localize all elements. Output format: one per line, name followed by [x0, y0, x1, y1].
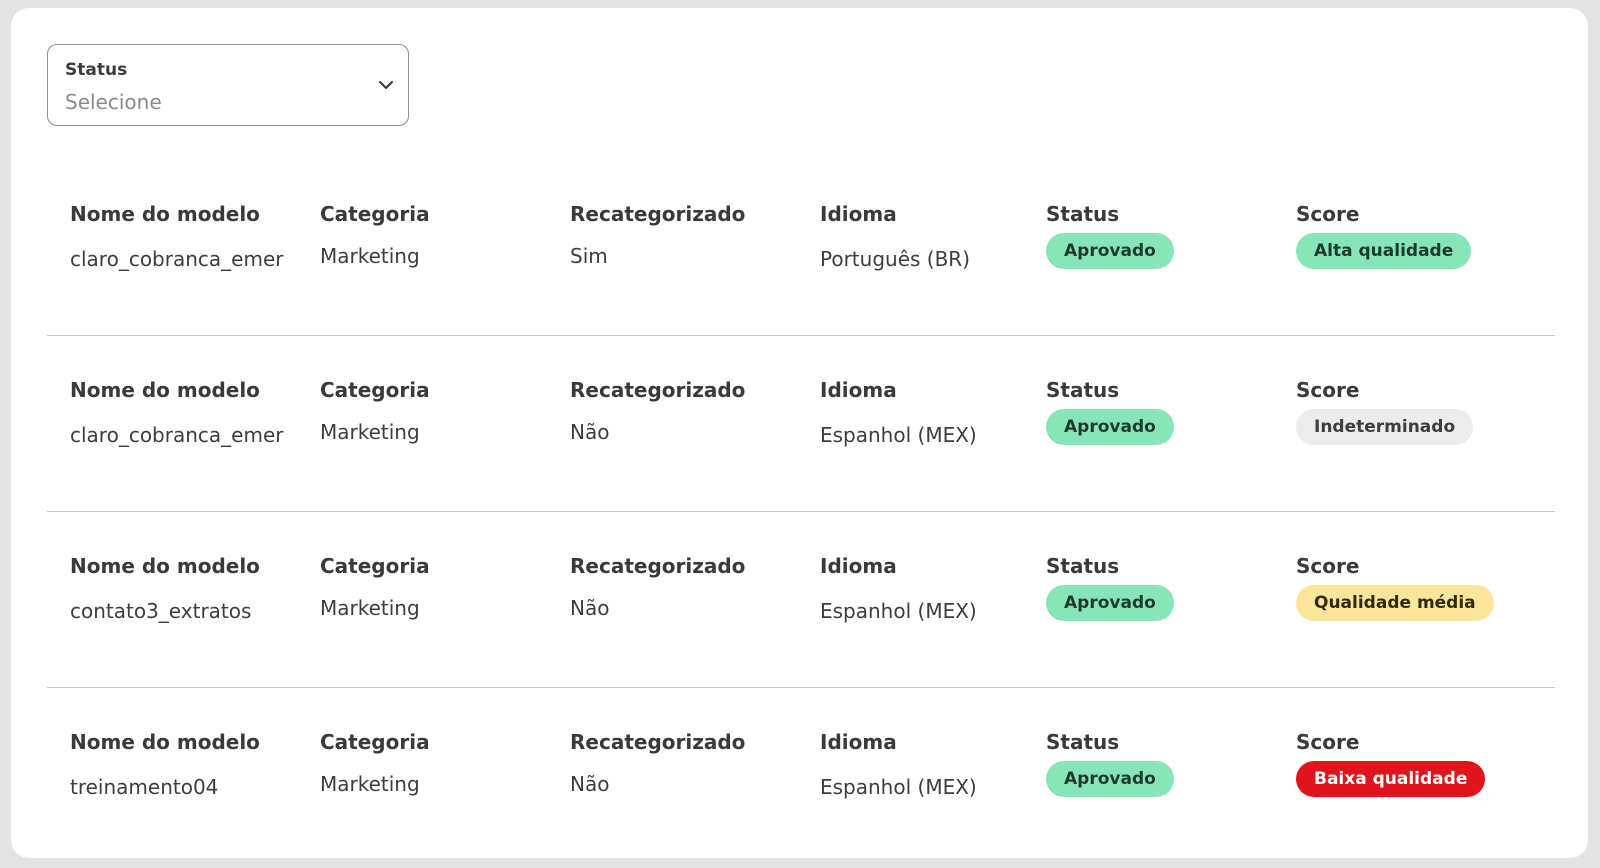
status-filter-label: Status — [65, 60, 128, 80]
score-badge: Baixa qualidade — [1296, 761, 1486, 797]
column-header-language: Idioma — [820, 378, 897, 402]
column-header-score: Score — [1296, 730, 1360, 754]
category-value: Marketing — [320, 244, 420, 268]
status-badge: Aprovado — [1046, 585, 1174, 621]
column-header-name: Nome do modelo — [70, 202, 260, 226]
language-value: Espanhol (MEX) — [820, 423, 977, 447]
recategorized-value: Sim — [570, 244, 608, 268]
column-header-score: Score — [1296, 378, 1360, 402]
table-row: Nome do modelo treinamento04 Categoria M… — [47, 688, 1555, 864]
language-value: Espanhol (MEX) — [820, 775, 977, 799]
chevron-down-icon[interactable] — [378, 77, 394, 93]
category-value: Marketing — [320, 420, 420, 444]
column-header-name: Nome do modelo — [70, 378, 260, 402]
model-name: claro_cobranca_emer — [70, 423, 284, 447]
column-header-language: Idioma — [820, 730, 897, 754]
language-value: Espanhol (MEX) — [820, 599, 977, 623]
model-name: claro_cobranca_emer — [70, 247, 284, 271]
model-name: contato3_extratos — [70, 599, 252, 623]
status-filter-placeholder: Selecione — [65, 90, 162, 114]
score-badge: Indeterminado — [1296, 409, 1474, 445]
recategorized-value: Não — [570, 596, 610, 620]
category-value: Marketing — [320, 596, 420, 620]
column-header-recategorized: Recategorizado — [570, 378, 746, 402]
column-header-status: Status — [1046, 202, 1120, 226]
column-header-status: Status — [1046, 378, 1120, 402]
status-badge: Aprovado — [1046, 233, 1174, 269]
column-header-status: Status — [1046, 554, 1120, 578]
column-header-category: Categoria — [320, 554, 430, 578]
status-badge: Aprovado — [1046, 761, 1174, 797]
column-header-category: Categoria — [320, 730, 430, 754]
column-header-score: Score — [1296, 202, 1360, 226]
language-value: Português (BR) — [820, 247, 970, 271]
column-header-recategorized: Recategorizado — [570, 554, 746, 578]
category-value: Marketing — [320, 772, 420, 796]
score-badge: Qualidade média — [1296, 585, 1494, 621]
column-header-category: Categoria — [320, 202, 430, 226]
column-header-score: Score — [1296, 554, 1360, 578]
table-row: Nome do modelo claro_cobranca_emer Categ… — [47, 336, 1555, 512]
status-badge: Aprovado — [1046, 409, 1174, 445]
column-header-status: Status — [1046, 730, 1120, 754]
recategorized-value: Não — [570, 772, 610, 796]
column-header-category: Categoria — [320, 378, 430, 402]
column-header-name: Nome do modelo — [70, 730, 260, 754]
column-header-language: Idioma — [820, 202, 897, 226]
column-header-name: Nome do modelo — [70, 554, 260, 578]
column-header-language: Idioma — [820, 554, 897, 578]
column-header-recategorized: Recategorizado — [570, 202, 746, 226]
templates-card: Status Selecione Nome do modelo claro_co… — [11, 8, 1588, 858]
table-row: Nome do modelo claro_cobranca_emer Categ… — [47, 160, 1555, 336]
column-header-recategorized: Recategorizado — [570, 730, 746, 754]
recategorized-value: Não — [570, 420, 610, 444]
model-name: treinamento04 — [70, 775, 219, 799]
score-badge: Alta qualidade — [1296, 233, 1472, 269]
status-filter-select[interactable]: Status Selecione — [47, 44, 409, 126]
table-row: Nome do modelo contato3_extratos Categor… — [47, 512, 1555, 688]
